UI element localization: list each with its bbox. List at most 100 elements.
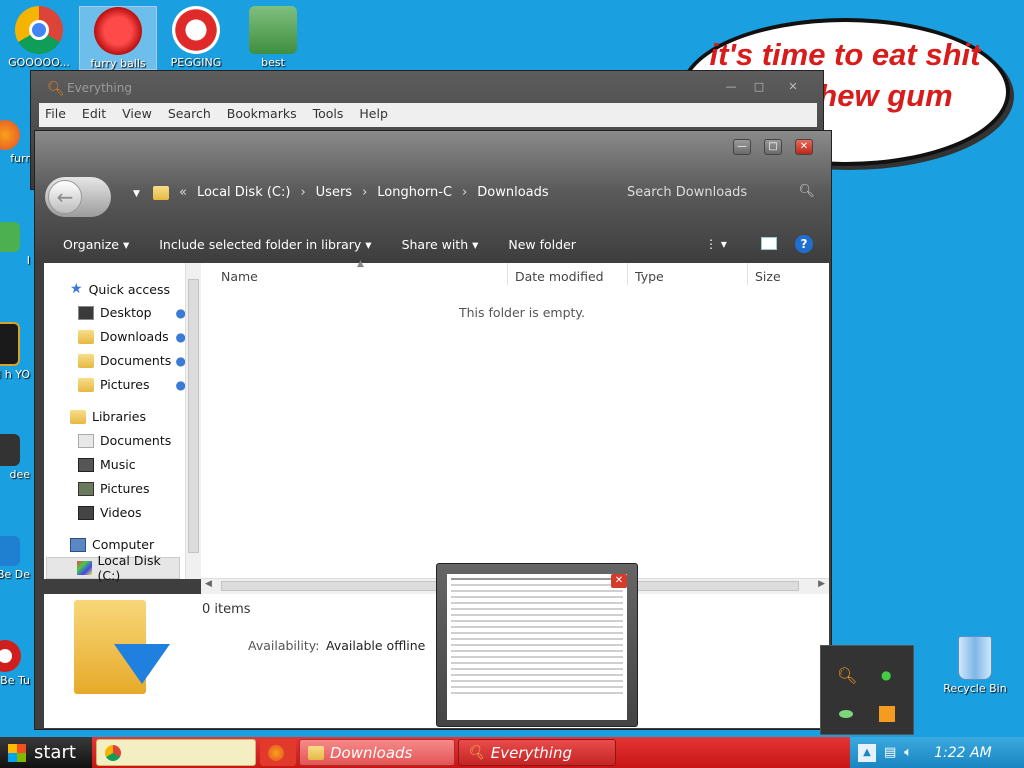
search-placeholder: Search Downloads [627,185,748,200]
nav-computer[interactable]: Computer [70,537,154,552]
folder-icon [153,185,169,200]
music-library-icon [78,457,94,472]
breadcrumb-downloads[interactable]: Downloads [477,185,548,200]
desktop-icon-left-2[interactable]: I [0,222,30,267]
menu-view[interactable]: View [122,106,152,124]
network-tray-icon[interactable]: ● [881,668,891,682]
maximize-button[interactable]: □ [764,139,782,155]
desktop-icon [78,305,94,320]
nav-lib-music[interactable]: Music [78,457,136,472]
desktop-icon-label: GOOOOO... [8,56,70,69]
desktop-icon-label: I [26,254,30,267]
videos-library-icon [78,505,94,520]
close-button[interactable]: ✕ [795,139,813,155]
network-icon[interactable]: ▤ [884,745,896,760]
clock[interactable]: 1:22 AM [934,745,992,761]
scroll-left-icon[interactable]: ◀ [205,579,212,589]
documents-library-icon [78,433,94,448]
breadcrumb-users[interactable]: Users [316,185,352,200]
menu-bookmarks[interactable]: Bookmarks [227,106,297,124]
nav-quick-access[interactable]: ★ Quick access [70,281,170,297]
nav-documents[interactable]: Documents ● [78,353,188,368]
desktop-icon-left-3[interactable]: I h YO [0,322,30,381]
show-hidden-icons-button[interactable]: ▲ [858,743,876,762]
taskbar-firefox[interactable] [260,739,296,766]
desktop-icon-label: Recycle Bin [943,682,1007,695]
opera-icon [0,640,21,672]
breadcrumb-local-disk[interactable]: Local Disk (C:) [197,185,290,200]
column-date-modified[interactable]: Date modified [515,269,604,284]
nav-libraries[interactable]: Libraries [70,409,146,424]
desktop-icon-left-4[interactable]: dee [0,434,30,481]
menu-help[interactable]: Help [359,106,388,124]
menu-search[interactable]: Search [168,106,211,124]
nav-scrollbar[interactable] [185,263,201,579]
breadcrumb[interactable]: « Local Disk (C:) › Users › Longhorn-C ›… [153,185,549,200]
search-icon: 🔍︎ [798,184,815,199]
column-type[interactable]: Type [635,269,664,284]
preview-content [447,574,627,720]
desktop-icon-left-5[interactable]: Be De [0,536,30,581]
desktop-icon-recycle-bin[interactable]: Recycle Bin [936,636,1014,695]
everything-thumbnail-preview[interactable]: ✕ [436,563,638,727]
desktop-icon-pegging[interactable]: PEGGING [157,6,235,69]
menu-bar: File Edit View Search Bookmarks Tools He… [39,103,817,127]
explorer-window[interactable]: — □ ✕ ← ▼ « Local Disk (C:) › Users › Lo… [34,130,832,730]
taskbar-everything[interactable]: 🔍︎ Everything [458,739,616,766]
nav-pictures[interactable]: Pictures ● [78,377,188,392]
column-size[interactable]: Size [755,269,781,284]
green-tray-icon[interactable] [839,710,853,718]
desktop-icon-label: dee [9,468,30,481]
breadcrumb-longhorn[interactable]: Longhorn-C [377,185,452,200]
back-button[interactable]: ← [45,177,111,217]
pictures-library-icon [78,481,94,496]
documents-folder-icon [78,353,94,368]
preview-close-button[interactable]: ✕ [611,574,627,588]
empty-folder-message: This folder is empty. [459,305,586,320]
menu-tools[interactable]: Tools [313,106,344,124]
everything-tray-icon[interactable]: 🔍︎ [837,666,857,685]
nav-desktop[interactable]: Desktop ● [78,305,188,320]
new-folder-button[interactable]: New folder [508,237,576,255]
start-button[interactable]: start [0,737,92,768]
minimize-button[interactable]: — [721,79,741,95]
help-icon[interactable]: ? [795,235,813,253]
nav-lib-videos[interactable]: Videos [78,505,142,520]
chevron-right-icon: › [462,185,468,200]
nav-lib-pictures[interactable]: Pictures [78,481,150,496]
maximize-button[interactable]: □ [749,79,769,95]
desktop-icon-left-6[interactable]: Be Tu [0,640,30,687]
nav-downloads[interactable]: Downloads ● [78,329,188,344]
windows-drive-icon [77,561,92,575]
volume-icon[interactable]: 🔈︎ [904,745,912,760]
desktop-icon-label: I h YO [0,368,30,381]
close-button[interactable]: ✕ [783,79,803,95]
system-tray: ▲ ▤ 🔈︎ 1:22 AM [850,737,1024,768]
view-options-icon[interactable]: ⋮ ▾ [705,237,727,251]
search-input[interactable]: Search Downloads 🔍︎ [627,184,827,200]
back-arrow-icon: ← [48,180,82,214]
magnifier-icon: 🔍︎ [467,744,485,761]
taskbar-downloads[interactable]: Downloads [299,739,455,766]
computer-icon [70,537,86,552]
desktop-icon-chrome[interactable]: GOOOOO... [0,6,78,69]
minimize-button[interactable]: — [733,139,751,155]
column-name[interactable]: Name [221,269,258,284]
organize-button[interactable]: Organize ▾ [63,237,129,255]
nav-lib-documents[interactable]: Documents [78,433,171,448]
share-with-button[interactable]: Share with ▾ [402,237,479,255]
downloads-folder-icon [78,329,94,344]
include-in-library-button[interactable]: Include selected folder in library ▾ [159,237,371,255]
menu-edit[interactable]: Edit [82,106,106,124]
nav-local-disk[interactable]: Local Disk (C:) [46,553,180,583]
movie-icon [0,322,20,366]
desktop-icon-furry-balls[interactable]: furry balls [79,6,157,70]
preview-pane-icon[interactable] [761,237,777,250]
menu-file[interactable]: File [45,106,66,124]
desktop-icon-label: Be Tu [0,674,30,687]
history-dropdown-icon[interactable]: ▼ [133,189,140,199]
scroll-right-icon[interactable]: ▶ [818,579,825,589]
taskbar-chrome[interactable] [96,739,256,766]
desktop-icon-left-1[interactable]: furr [0,120,30,165]
app-tray-icon[interactable] [879,706,895,722]
